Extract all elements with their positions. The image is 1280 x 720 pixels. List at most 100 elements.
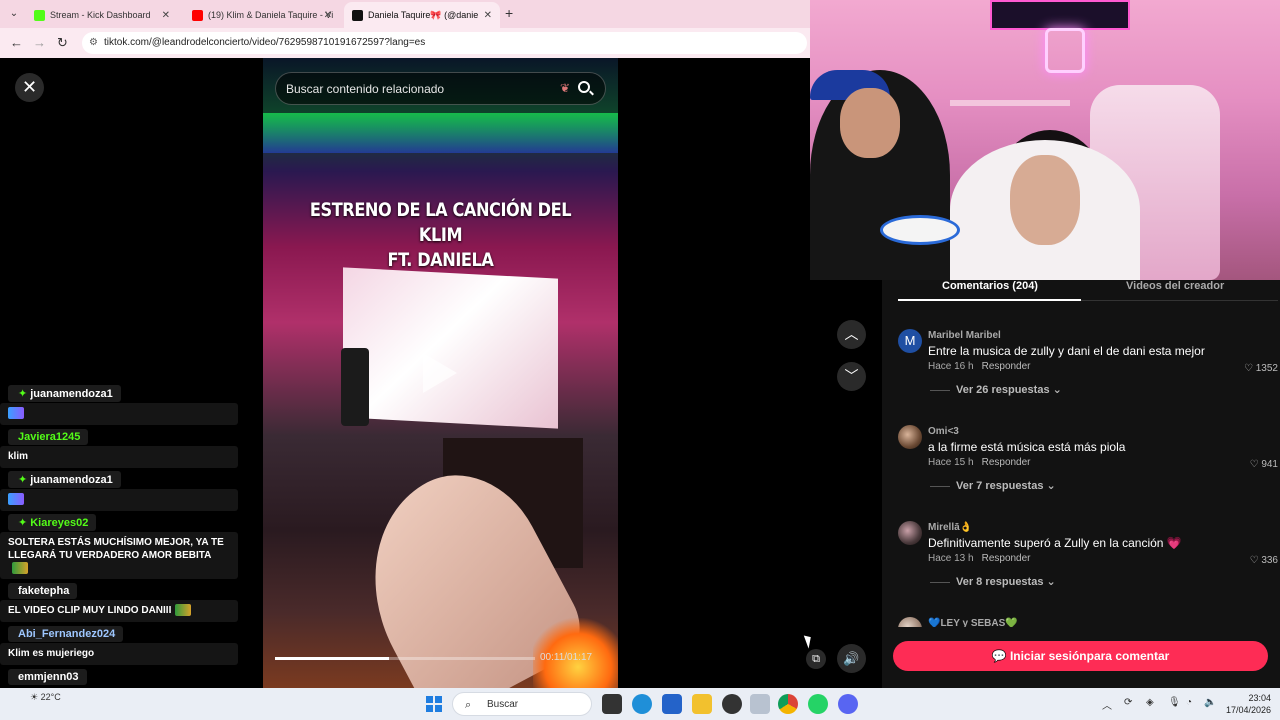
store-icon[interactable]	[662, 694, 682, 714]
sync-icon[interactable]: ⟳	[1124, 697, 1132, 708]
tab-close-icon[interactable]: ✕	[162, 10, 170, 21]
volume-icon[interactable]: 🔊	[837, 644, 866, 673]
reply-button[interactable]: Responder	[982, 361, 1031, 372]
close-video-button[interactable]: ✕	[15, 73, 44, 102]
related-search-input[interactable]	[286, 78, 556, 100]
new-tab-button[interactable]: +	[505, 5, 513, 21]
subscriber-badge-icon: ✦	[18, 388, 28, 400]
heart-icon: ♡	[1249, 555, 1259, 566]
tiktok-leaf-icon: ❦	[560, 81, 571, 95]
whatsapp-icon[interactable]	[808, 694, 828, 714]
reply-button[interactable]: Responder	[982, 553, 1031, 564]
like-button[interactable]: ♡ 1352	[1244, 363, 1278, 374]
chat-username[interactable]: Javiera1245	[8, 429, 89, 445]
chat-message-body: Klim es mujeriego	[0, 643, 238, 665]
wifi-icon[interactable]: ◔	[1186, 697, 1192, 708]
video-player[interactable]: ESTRENO DE LA CANCIÓN DEL KLIM FT. DANIE…	[263, 58, 618, 688]
next-video-button[interactable]: ﹀	[837, 362, 866, 391]
video-progress-bar[interactable]	[275, 657, 535, 660]
browser-tab-youtube[interactable]: (19) Klim & Daniela Taquire - Vi ✕	[184, 2, 340, 28]
tab-search-chevron-icon[interactable]: ⌄	[6, 6, 22, 22]
floating-player-icon[interactable]: ⧉	[806, 649, 826, 669]
comment-author[interactable]: 💙LEY y SEBAS💚	[928, 618, 1018, 627]
view-replies-button[interactable]: Ver 7 respuestas ⌄	[930, 479, 1056, 492]
chat-username-text: juanamendoza1	[30, 474, 113, 486]
man-face	[840, 88, 900, 158]
chat-username-text: juanamendoza1	[30, 388, 113, 400]
chevron-down-icon: ⌄	[1046, 576, 1056, 588]
obs-icon[interactable]	[722, 694, 742, 714]
show-hidden-icons-icon[interactable]: ︿	[1102, 697, 1112, 712]
play-icon[interactable]	[423, 353, 457, 393]
avatar[interactable]	[898, 425, 922, 449]
view-replies-button[interactable]: Ver 26 respuestas ⌄	[930, 383, 1062, 396]
tab-comments[interactable]: Comentarios (204)	[942, 280, 1038, 292]
search-icon[interactable]	[578, 81, 590, 93]
comment-time: Hace 15 h	[928, 457, 974, 468]
view-replies-label: Ver 26 respuestas	[956, 384, 1050, 396]
browser-tab-kick[interactable]: Stream - Kick Dashboard ✕	[26, 2, 178, 28]
back-arrow-icon[interactable]: ←	[10, 35, 23, 50]
view-replies-label: Ver 8 respuestas	[956, 576, 1044, 588]
chat-username[interactable]: ✦ juanamendoza1	[8, 471, 121, 488]
avatar[interactable]	[898, 617, 922, 627]
caption-line-2: FT. DANIELA	[387, 249, 494, 271]
chat-message-text: klim	[8, 451, 29, 462]
login-button-label: Iniciar sesiónpara comentar	[1009, 649, 1170, 663]
stage-screen	[343, 267, 558, 429]
comment-meta: Hace 15 h Responder	[928, 457, 1031, 468]
tiktok-favicon-icon	[352, 9, 363, 21]
chat-username[interactable]: emmjenn03	[8, 669, 87, 685]
avatar[interactable]	[898, 521, 922, 545]
edge-icon[interactable]	[632, 694, 652, 714]
comment-author[interactable]: Omi<3	[928, 426, 959, 437]
comment-text: Entre la musica de zully y dani el de da…	[928, 344, 1205, 358]
file-explorer-icon[interactable]	[692, 694, 712, 714]
tab-title: Stream - Kick Dashboard	[50, 10, 151, 20]
tab-close-icon[interactable]: ✕	[324, 10, 332, 21]
comment-author[interactable]: Maribel Maribel	[928, 330, 1001, 341]
chat-message: ✦ juanamendoza1	[0, 384, 238, 425]
system-clock[interactable]: 23:04 17/04/2026	[1226, 692, 1271, 716]
volume-icon[interactable]: 🔈	[1204, 697, 1216, 708]
microphone-icon[interactable]: 🎙	[1168, 697, 1181, 708]
weather-temp: 22°C	[40, 692, 61, 702]
chrome-icon[interactable]	[778, 694, 798, 714]
forward-arrow-icon[interactable]: →	[33, 35, 46, 50]
neon-light	[263, 113, 618, 153]
tab-close-icon[interactable]: ✕	[484, 10, 492, 21]
chat-username[interactable]: faketepha	[8, 583, 78, 599]
like-button[interactable]: ♡ 336	[1250, 555, 1278, 566]
chat-username[interactable]: ✦ Kiareyes02	[8, 514, 97, 531]
discord-icon[interactable]	[838, 694, 858, 714]
site-settings-icon[interactable]: ⚙	[89, 32, 98, 54]
chat-username[interactable]: Abi_Fernandez024	[8, 626, 124, 642]
network-icon[interactable]: ◈	[1146, 697, 1154, 708]
start-button[interactable]	[426, 696, 442, 712]
taskbar-search[interactable]: ⌕ Buscar	[452, 692, 592, 716]
taskbar: ☀ 22°C ⌕ Buscar ︿ ⟳ ◈ 🎙 ◔ 🔈 23:04 17/04/…	[0, 688, 1280, 720]
weather-widget[interactable]: ☀ 22°C	[30, 692, 61, 703]
login-to-comment-button[interactable]: 💬 Iniciar sesiónpara comentar	[893, 641, 1268, 671]
comment-item: 💙LEY y SEBAS💚	[898, 617, 1268, 627]
reply-button[interactable]: Responder	[982, 457, 1031, 468]
chat-message: ✦ juanamendoza1	[0, 470, 238, 511]
task-view-icon[interactable]	[602, 694, 622, 714]
url-field[interactable]: ⚙ tiktok.com/@leandrodelconcierto/video/…	[82, 32, 807, 54]
reload-icon[interactable]: ↻	[57, 35, 68, 51]
like-button[interactable]: ♡ 941	[1250, 459, 1278, 470]
view-replies-button[interactable]: Ver 8 respuestas ⌄	[930, 575, 1056, 588]
app-icon[interactable]	[750, 694, 770, 714]
heart-icon: ♡	[1249, 459, 1259, 470]
previous-video-button[interactable]: ︿	[837, 320, 866, 349]
comment-author[interactable]: Mirellā👌	[928, 522, 972, 533]
browser-tab-tiktok[interactable]: Daniela Taquire🎀 (@danie ✕	[344, 2, 500, 28]
video-progress-fill	[275, 657, 390, 660]
tab-creator-videos[interactable]: Videos del creador	[1126, 280, 1224, 292]
chat-username-text: Javiera1245	[18, 431, 81, 443]
address-bar-row: ← → ↻ ⚙ tiktok.com/@leandrodelconcierto/…	[0, 28, 810, 58]
subscriber-badge-icon: ✦	[18, 517, 28, 529]
chat-message: Abi_Fernandez024 Klim es mujeriego	[0, 624, 238, 665]
chat-username[interactable]: ✦ juanamendoza1	[8, 385, 121, 402]
avatar[interactable]: M	[898, 329, 922, 353]
